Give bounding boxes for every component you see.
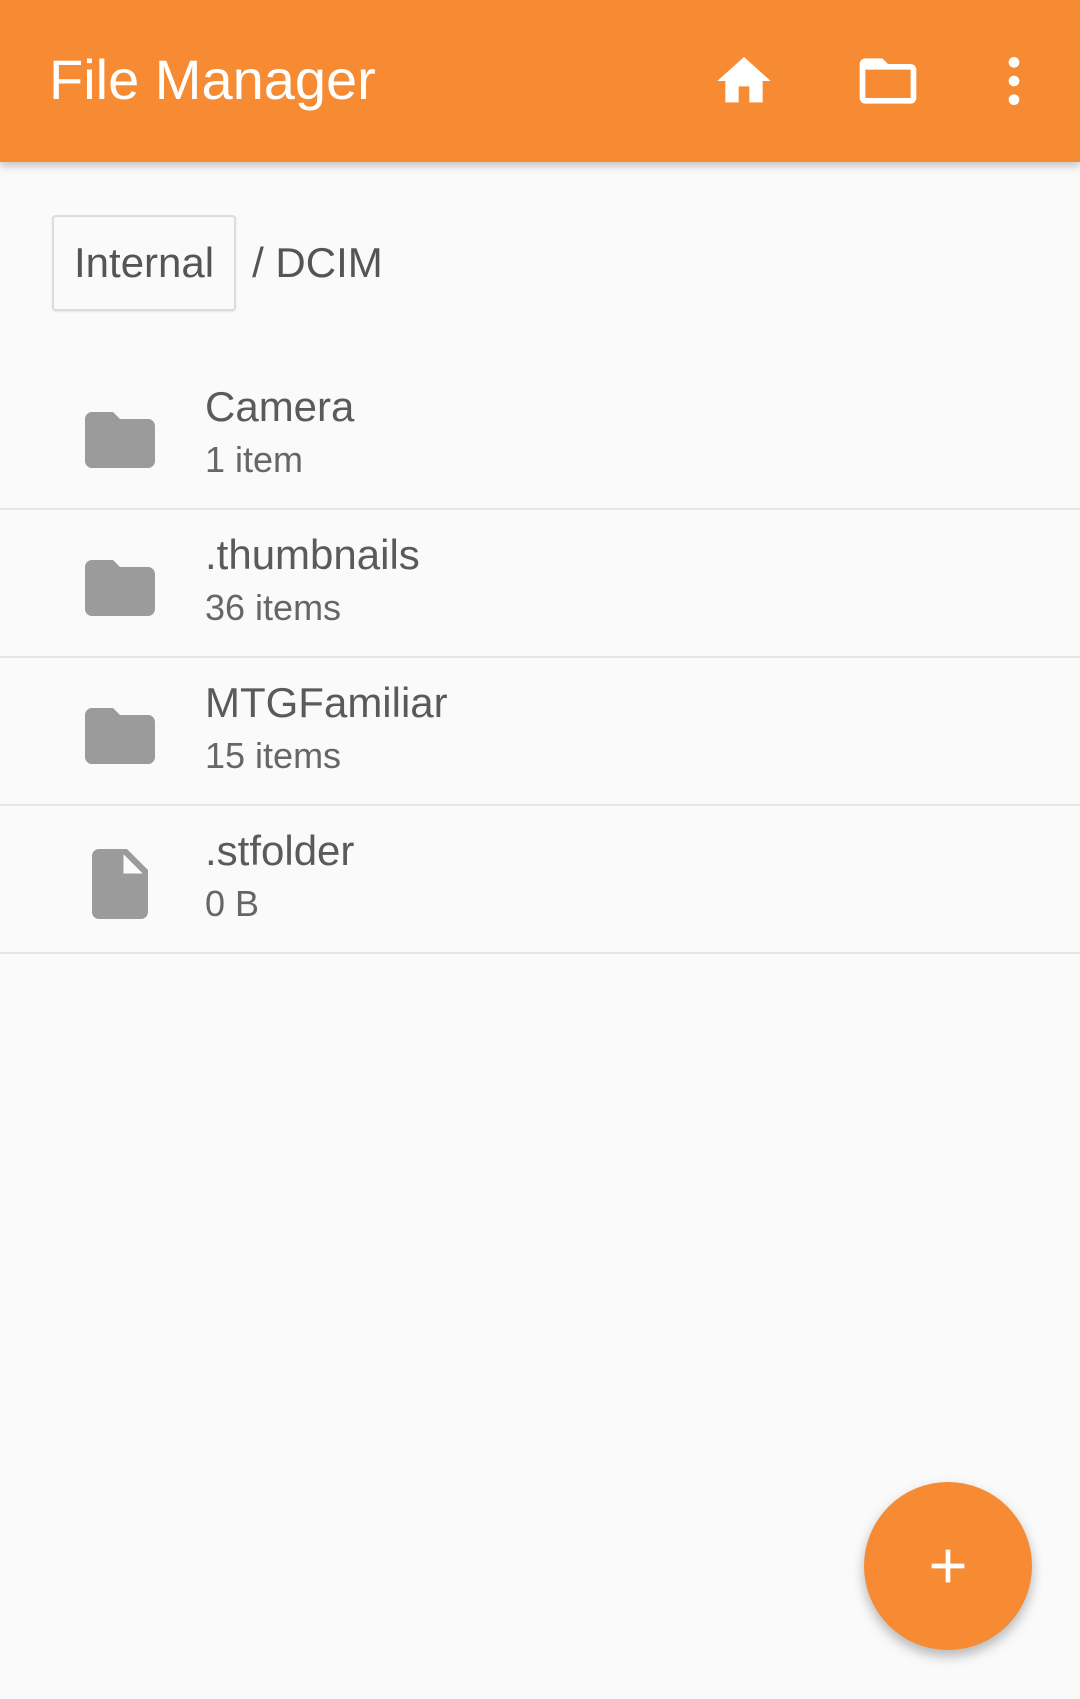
file-icon	[92, 849, 148, 919]
file-name: .thumbnails	[205, 531, 420, 578]
list-item[interactable]: MTGFamiliar 15 items	[0, 658, 1080, 806]
more-options-button[interactable]	[974, 41, 1054, 121]
plus-icon	[931, 1549, 965, 1583]
file-meta: 15 items	[205, 735, 342, 776]
file-name: Camera	[205, 383, 355, 430]
list-item[interactable]: .thumbnails 36 items	[0, 510, 1080, 658]
folder-icon	[85, 708, 155, 764]
folder-icon	[859, 58, 917, 104]
folder-icon	[85, 412, 155, 468]
file-meta: 1 item	[205, 439, 304, 480]
home-button[interactable]	[704, 41, 784, 121]
list-item[interactable]: .stfolder 0 B	[0, 806, 1080, 954]
home-icon	[717, 57, 771, 103]
breadcrumb-root-chip[interactable]: Internal	[52, 215, 237, 311]
list-item[interactable]: Camera 1 item	[0, 362, 1080, 510]
file-meta: 0 B	[205, 883, 260, 924]
file-list: Camera 1 item .thumbnails 36 items MTGFa…	[0, 362, 1080, 954]
app-bar: File Manager	[0, 0, 1080, 162]
file-name: .stfolder	[205, 827, 355, 874]
file-name: MTGFamiliar	[205, 679, 448, 726]
folder-button[interactable]	[848, 41, 928, 121]
more-vert-icon	[1008, 57, 1020, 105]
add-fab-button[interactable]	[864, 1482, 1032, 1650]
app-title: File Manager	[49, 48, 376, 111]
folder-icon	[85, 560, 155, 616]
breadcrumb: Internal / DCIM	[52, 215, 383, 311]
breadcrumb-path: / DCIM	[252, 239, 383, 286]
file-meta: 36 items	[205, 587, 342, 628]
